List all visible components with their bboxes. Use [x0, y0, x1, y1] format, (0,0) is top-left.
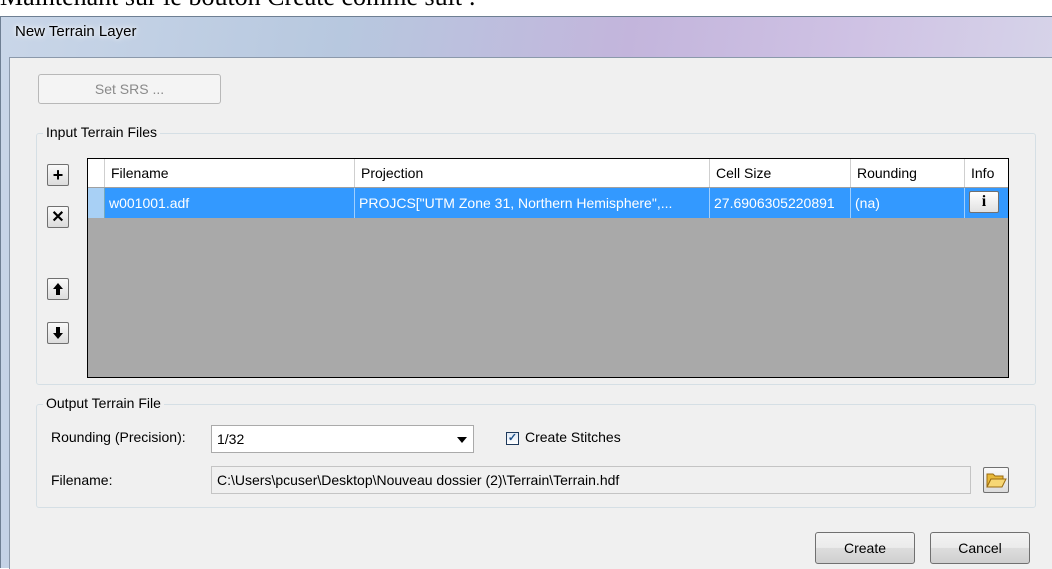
info-icon: i: [981, 193, 987, 210]
browse-folder-button[interactable]: [983, 467, 1009, 493]
terrain-files-grid[interactable]: Filename Projection Cell Size Rounding I…: [87, 158, 1009, 378]
create-stitches-label[interactable]: Create Stitches: [525, 429, 621, 445]
info-button[interactable]: i: [969, 191, 999, 213]
move-down-button[interactable]: [47, 322, 69, 344]
rounding-precision-select[interactable]: 1/32: [211, 425, 474, 453]
output-terrain-file-group: Output Terrain File Rounding (Precision)…: [36, 395, 1036, 508]
filename-label: Filename:: [51, 472, 113, 488]
cell-projection[interactable]: PROJCS["UTM Zone 31, Northern Hemisphere…: [355, 188, 710, 218]
arrow-up-icon: [53, 283, 63, 295]
create-button[interactable]: Create: [815, 532, 915, 564]
arrow-down-icon: [53, 327, 63, 339]
cell-filename[interactable]: w001001.adf: [105, 188, 355, 218]
window-title: New Terrain Layer: [15, 23, 137, 40]
close-icon: ✕: [51, 209, 65, 226]
folder-open-icon: [986, 473, 1007, 488]
create-stitches-checkbox[interactable]: ✓: [506, 432, 519, 445]
set-srs-button[interactable]: Set SRS ...: [38, 74, 221, 104]
dialog-body: Set SRS ... Input Terrain Files + ✕ File…: [9, 57, 1052, 569]
rounding-value: 1/32: [217, 431, 245, 447]
column-header-cell-size[interactable]: Cell Size: [710, 159, 851, 187]
input-group-label: Input Terrain Files: [43, 124, 161, 140]
table-row[interactable]: w001001.adf PROJCS["UTM Zone 31, Norther…: [88, 188, 1008, 218]
cell-info: i: [965, 188, 1008, 218]
new-terrain-layer-dialog: New Terrain Layer Set SRS ... Input Terr…: [0, 16, 1052, 569]
column-header-info[interactable]: Info: [965, 159, 1008, 187]
document-text: Maintenant sur le bouton Create comme su…: [0, 0, 476, 12]
cell-rounding[interactable]: (na): [851, 188, 965, 218]
output-filename-field[interactable]: C:\Users\pcuser\Desktop\Nouveau dossier …: [211, 466, 971, 494]
row-header-corner: [88, 159, 105, 187]
rounding-label: Rounding (Precision):: [51, 429, 186, 445]
chevron-down-icon: [457, 437, 467, 443]
cell-cell-size[interactable]: 27.6906305220891: [710, 188, 851, 218]
add-file-button[interactable]: +: [47, 164, 69, 186]
move-up-button[interactable]: [47, 278, 69, 300]
remove-file-button[interactable]: ✕: [47, 206, 69, 228]
output-group-label: Output Terrain File: [43, 395, 164, 411]
plus-icon: +: [52, 164, 64, 185]
column-header-projection[interactable]: Projection: [355, 159, 710, 187]
cancel-button[interactable]: Cancel: [930, 532, 1030, 564]
input-terrain-files-group: Input Terrain Files + ✕ Filename Project…: [36, 124, 1036, 385]
column-header-rounding[interactable]: Rounding: [851, 159, 965, 187]
grid-header: Filename Projection Cell Size Rounding I…: [88, 159, 1008, 188]
title-bar[interactable]: New Terrain Layer: [1, 17, 1052, 57]
row-header[interactable]: [88, 188, 105, 218]
column-header-filename[interactable]: Filename: [105, 159, 355, 187]
